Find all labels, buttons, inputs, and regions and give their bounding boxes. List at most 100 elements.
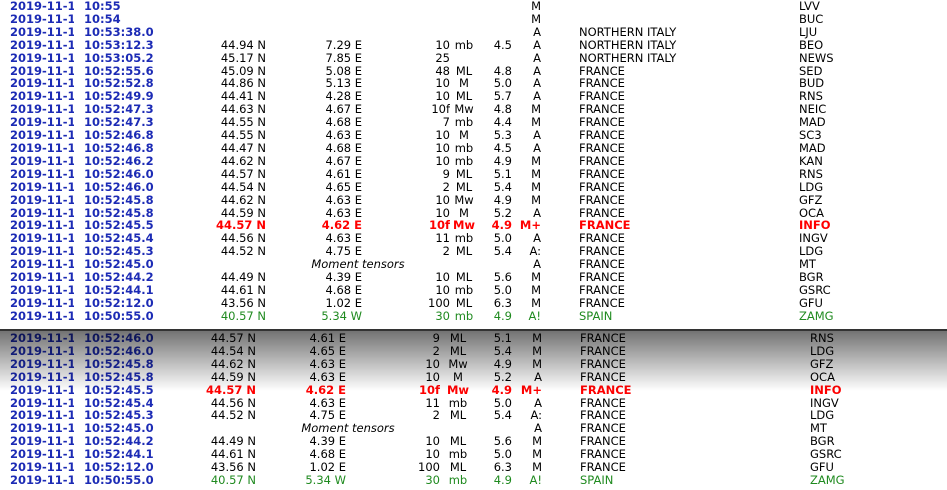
event-region: FRANCE [579,141,625,155]
event-row[interactable]: 2019-11-11 10:52:45.8 44.62 N 4.63 E 10 Mw 4.9… [0,358,947,371]
event-quality: A [534,370,542,384]
event-row[interactable]: 2019-11-1110:52:45.544.57 N4.62 E10fMw4.… [0,384,947,397]
event-row[interactable]: 2019-11-11 10:52:45.8 44.59 N 4.63 E 10 M 5.2 A… [0,371,947,384]
moment-tensors-label[interactable]: Moment tensors [256,422,440,435]
event-agency: GFZ [810,357,834,371]
event-row[interactable]: 2019-11-11 10:53:38.0 A NORTHERN ITALY LJU [0,26,947,39]
event-depth: 30 [425,473,440,487]
event-row[interactable]: 2019-11-11 10:52:45.8 44.59 N 4.63 E 10 M 5.2 A… [0,207,947,220]
event-longitude: 4.68 E [309,448,346,462]
event-row[interactable]: 2019-11-11 10:52:52.8 44.86 N 5.13 E 10 M 5.0 A… [0,77,947,90]
event-magnitude-type: ML [449,409,467,423]
event-date: 2019-11-11 [10,370,74,384]
event-row[interactable]: 2019-11-11 10:53:05.2 45.17 N 7.85 E 25 A NORT… [0,52,947,65]
event-row[interactable]: 2019-11-11 10:52:46.0 44.54 N 4.65 E 2 ML 5.4 M… [0,345,947,358]
event-row[interactable]: 2019-11-11 10:52:44.2 44.49 N 4.39 E 10 ML 5.6… [0,271,947,284]
event-region: FRANCE [580,448,626,462]
event-row[interactable]: 2019-11-11 10:52:46.2 44.62 N 4.67 E 10 mb 4.9… [0,155,947,168]
spacer [542,461,580,474]
event-row[interactable]: 2019-11-11 10:52:47.3 44.55 N 4.68 E 7 mb 4.4 M… [0,116,947,129]
event-date: 2019-11-11 [10,357,74,371]
event-row[interactable]: 2019-11-11 10:52:45.3 44.52 N 4.75 E 2 ML 5.4 A… [0,245,947,258]
moment-tensors-label[interactable]: Moment tensors [266,258,450,271]
event-row[interactable]: 2019-11-11 10:50:55.0 40.57 N 5.34 W 30 mb 4.9… [0,310,947,323]
event-row[interactable]: 2019-11-11 10:52:46.0 44.54 N 4.65 E 2 ML 5.4 M… [0,181,947,194]
event-latitude: 44.52 N [220,245,266,259]
spacer [541,116,579,129]
event-magnitude: 5.0 [493,283,512,297]
event-longitude [266,13,362,26]
event-row[interactable]: 2019-11-11 10:52:45.8 44.62 N 4.63 E 10 Mw 4.9… [0,194,947,207]
event-magnitude-type: mb [454,232,474,246]
event-agency: MAD [799,116,826,130]
event-depth: 2 [442,245,450,259]
event-magnitude [478,13,512,26]
event-magnitude-type: ML [455,180,473,194]
event-latitude: 45.17 N [220,51,266,65]
event-row[interactable]: 2019-11-11 10:50:55.0 40.57 N 5.34 W 30 mb 4.9… [0,474,947,487]
event-row[interactable]: 2019-11-11 10:52:44.2 44.49 N 4.39 E 10 ML 5.6… [0,435,947,448]
event-row[interactable]: 2019-11-11 10:53:12.3 44.94 N 7.29 E 10 mb 4.5… [0,39,947,52]
event-row[interactable]: 2019-11-1110:52:45.544.57 N4.62 E10fMw4.… [0,219,947,232]
event-latitude: 43.56 N [220,296,266,310]
event-magnitude: 4.9 [493,154,512,168]
event-date: 2019-11-11 [10,154,74,168]
event-magnitude-type: mb [448,448,468,462]
event-time: 10:52:12.0 [84,296,154,310]
event-magnitude: 5.4 [493,409,512,423]
event-longitude: 7.85 E [325,51,362,65]
event-depth: 11 [435,232,450,246]
event-row[interactable]: 2019-11-11 10:52:44.1 44.61 N 4.68 E 10 mb 5.0… [0,284,947,297]
event-agency: RNS [799,90,823,104]
event-magnitude-type: ML [449,461,467,474]
event-row[interactable]: 2019-11-11 10:52:45.0 Moment tensors A FRANC… [0,258,947,271]
event-longitude: 4.68 E [325,116,362,130]
event-magnitude: 4.9 [493,473,512,487]
event-table-bottom: 2019-11-11 10:52:46.0 44.57 N 4.61 E 9 ML 5.1 M… [0,332,947,487]
event-agency: OCA [810,370,835,384]
spacer [541,13,579,26]
event-row[interactable]: 2019-11-11 10:52:46.8 44.47 N 4.68 E 10 mb 4.5… [0,142,947,155]
event-row[interactable]: 2019-11-11 10:52:46.0 44.57 N 4.61 E 9 ML 5.1 M… [0,332,947,345]
event-quality: A [533,38,541,52]
event-region: FRANCE [579,116,625,130]
event-date: 2019-11-11 [10,129,74,142]
event-time: 10:55 [84,0,121,13]
event-row[interactable]: 2019-11-11 10:52:46.8 44.55 N 4.63 E 10 M 5.3 A… [0,129,947,142]
event-latitude: 44.55 N [220,129,266,142]
event-row[interactable]: 2019-11-11 10:52:12.0 43.56 N 1.02 E 100 ML 6.… [0,297,947,310]
event-region: SPAIN [580,473,614,487]
event-magnitude [478,258,512,271]
event-row[interactable]: 2019-11-11 10:54 M BUC [0,13,947,26]
event-magnitude [478,26,512,39]
event-longitude: 4.75 E [325,245,362,259]
event-depth: 11 [425,396,440,410]
spacer [541,284,579,297]
event-time: 10:52:45.8 [84,206,154,220]
event-row[interactable]: 2019-11-11 10:52:44.1 44.61 N 4.68 E 10 mb 5.0… [0,448,947,461]
event-time: 10:52:45.8 [84,370,154,384]
event-time: 10:52:46.0 [84,332,154,345]
event-region: FRANCE [579,193,625,207]
event-time: 10:52:46.0 [84,180,154,194]
event-agency: GFZ [799,193,823,207]
event-row[interactable]: 2019-11-11 10:52:55.6 45.09 N 5.08 E 48 ML 4.8… [0,65,947,78]
event-row[interactable]: 2019-11-11 10:52:46.0 44.57 N 4.61 E 9 ML 5.1 M… [0,168,947,181]
event-row[interactable]: 2019-11-11 10:52:45.3 44.52 N 4.75 E 2 ML 5.4 A… [0,409,947,422]
spacer [541,297,579,310]
event-row[interactable]: 2019-11-11 10:52:45.4 44.56 N 4.63 E 11 mb 5.0… [0,397,947,410]
event-row[interactable]: 2019-11-11 10:52:49.9 44.41 N 4.28 E 10 ML 5.7… [0,90,947,103]
event-row[interactable]: 2019-11-11 10:52:12.0 43.56 N 1.02 E 100 ML 6.… [0,461,947,474]
event-row[interactable]: 2019-11-11 10:52:45.0 Moment tensors A FRANC… [0,422,947,435]
event-date: 2019-11-11 [10,103,74,117]
event-region: FRANCE [579,167,625,181]
event-row[interactable]: 2019-11-11 10:52:45.4 44.56 N 4.63 E 11 mb 5.0… [0,232,947,245]
spacer [542,397,580,410]
event-longitude [266,0,362,13]
event-agency: LDG [799,180,824,194]
event-row[interactable]: 2019-11-11 10:55 M LVV [0,0,947,13]
event-quality: M [532,332,542,345]
event-latitude [162,26,266,39]
event-longitude: 4.39 E [309,435,346,449]
event-row[interactable]: 2019-11-11 10:52:47.3 44.63 N 4.67 E 10f Mw 4.… [0,103,947,116]
